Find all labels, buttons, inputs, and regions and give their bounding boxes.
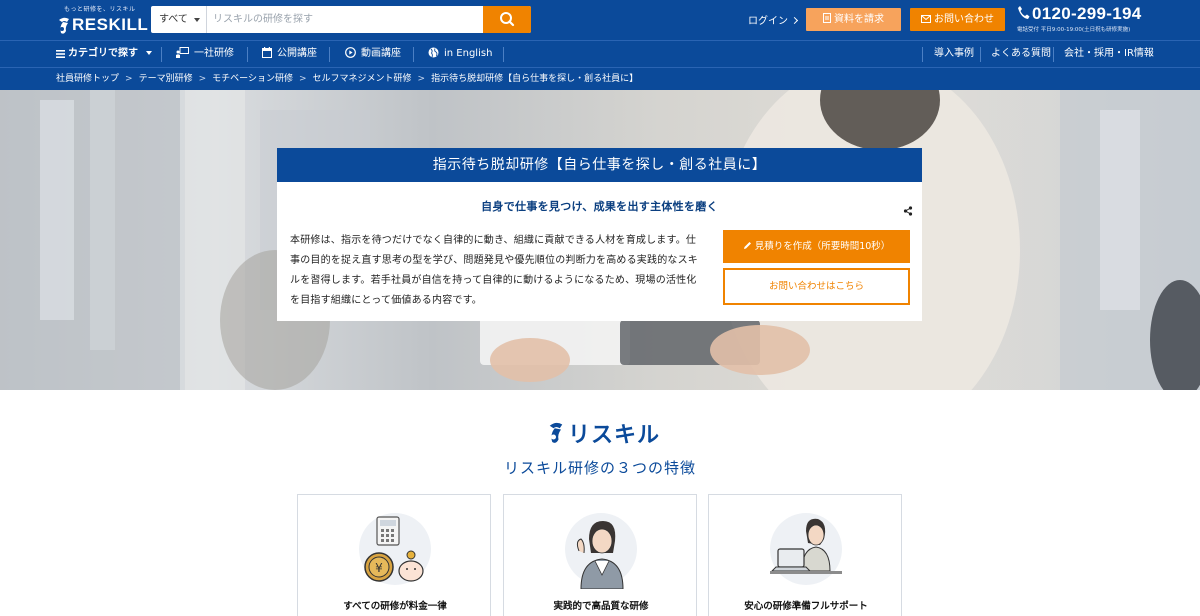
course-description-line: を目指す組織にとって価値ある内容です。 (290, 295, 482, 306)
course-description-line: ルを習得します。若手社員が自信を持って自律的に動けるようになるため、現場の活性化 (290, 275, 697, 286)
nav-public-label: 公開講座 (277, 48, 317, 59)
search-bar: すべて (151, 6, 531, 33)
create-quote-button[interactable]: 見積りを作成（所要時間10秒） (723, 230, 910, 263)
contact-button[interactable]: お問い合わせ (910, 8, 1005, 31)
logo-tagline: もっと研修を、リスキル (64, 6, 136, 13)
nav-item-case-studies[interactable]: 導入事例 (934, 41, 974, 67)
play-circle-icon (345, 47, 356, 58)
request-document-label: 資料を請求 (834, 14, 884, 25)
contact-label: お問い合わせ (934, 14, 994, 25)
nav-item-video[interactable]: 動画講座 (345, 41, 401, 67)
nav-divider (503, 47, 504, 62)
main-nav: カテゴリで探す 一社研修 公開講座 動画講座 in English 導入事例 よ… (0, 40, 1200, 67)
nav-english-label: in English (444, 48, 493, 59)
search-icon (500, 12, 515, 27)
login-label: ログイン (748, 16, 788, 27)
request-document-button[interactable]: 資料を請求 (806, 8, 901, 31)
instructor-icon (565, 513, 637, 589)
nav-item-company[interactable]: 会社・採用・IR情報 (1064, 41, 1154, 67)
nav-divider (161, 47, 162, 62)
search-category-label: すべて (159, 14, 188, 25)
nav-category-label: カテゴリで探す (68, 48, 138, 59)
svg-text:¥: ¥ (375, 561, 383, 575)
breadcrumb-item-top[interactable]: 社員研修トップ (56, 74, 119, 84)
feature-card-support[interactable]: 安心の研修準備フルサポート (708, 494, 902, 616)
nav-divider (247, 47, 248, 62)
logo-text: RESKILL (72, 15, 149, 34)
breadcrumb-separator: > (298, 74, 307, 84)
nav-divider (1053, 47, 1054, 62)
course-title: 指示待ち脱却研修【自ら仕事を探し・創る社員に】 (277, 148, 922, 182)
breadcrumb-separator: > (198, 74, 207, 84)
phone-icon (1018, 6, 1030, 19)
login-link[interactable]: ログイン (748, 12, 799, 27)
pencil-icon (743, 242, 751, 249)
chevron-down-icon (194, 18, 200, 22)
nav-item-faq[interactable]: よくある質問 (991, 41, 1051, 67)
nav-inhouse-label: 一社研修 (194, 48, 234, 59)
nav-item-public[interactable]: 公開講座 (262, 41, 317, 67)
search-button[interactable] (483, 6, 531, 33)
nav-divider (922, 47, 923, 62)
breadcrumb: 社員研修トップ > テーマ別研修 > モチベーション研修 > セルフマネジメント研修 > 指示待… (0, 67, 1200, 90)
share-icon (903, 206, 913, 216)
phone-contact[interactable]: 0120-299-194 電話受付 平日9:00-19:00(土日祝も研修実施) (1017, 4, 1141, 33)
search-category-select[interactable]: すべて (151, 6, 207, 33)
menu-icon (56, 50, 65, 58)
breadcrumb-item-current: 指示待ち脱却研修【自ら仕事を探し・創る社員に】 (431, 74, 639, 84)
inquiry-button[interactable]: お問い合わせはこちら (723, 268, 910, 305)
reskill-logo[interactable]: もっと研修を、リスキル RESKILL (56, 4, 148, 36)
nav-item-english[interactable]: in English (428, 41, 492, 67)
phone-number: 0120-299-194 (1032, 4, 1142, 23)
nav-video-label: 動画講座 (361, 48, 401, 59)
breadcrumb-separator: > (417, 74, 426, 84)
course-description-line: 本研修は、指示を待つだけでなく自律的に動き、組織に貢献できる人材を育成します。仕 (290, 235, 697, 246)
reskill-mark-icon (59, 17, 69, 34)
course-description: 本研修は、指示を待つだけでなく自律的に動き、組織に貢献できる人材を育成します。仕… (290, 231, 720, 311)
chevron-down-icon (146, 51, 152, 55)
feature-label: 安心の研修準備フルサポート (744, 601, 868, 612)
nav-item-inhouse[interactable]: 一社研修 (176, 41, 234, 67)
globe-icon (428, 47, 439, 58)
search-input[interactable] (209, 6, 481, 33)
course-summary-card: 指示待ち脱却研修【自ら仕事を探し・創る社員に】 自身で仕事を見つけ、成果を出す主… (277, 148, 922, 321)
top-header: もっと研修を、リスキル RESKILL すべて ログイン 資料を請求 お問い合わ… (0, 0, 1200, 40)
brand-text: リスキル (568, 423, 661, 448)
feature-card-quality[interactable]: 実践的で高品質な研修 (503, 494, 697, 616)
calendar-icon (262, 47, 272, 58)
breadcrumb-item-motivation[interactable]: モチベーション研修 (212, 74, 293, 84)
hero-background-photo: 指示待ち脱却研修【自ら仕事を探し・創る社員に】 自身で仕事を見つけ、成果を出す主… (0, 90, 1200, 390)
share-button[interactable] (903, 201, 913, 220)
calculator-piggybank-icon: ¥ (359, 513, 431, 585)
breadcrumb-separator: > (125, 74, 133, 84)
chevron-right-icon (790, 16, 799, 25)
nav-divider (980, 47, 981, 62)
nav-divider (413, 47, 414, 62)
feature-label: すべての研修が料金一律 (343, 601, 447, 612)
features-title: リスキル研修の３つの特徴 (503, 459, 696, 477)
feature-label: 実践的で高品質な研修 (553, 601, 649, 612)
reskill-mark-icon (549, 422, 563, 443)
course-subtitle: 自身で仕事を見つけ、成果を出す主体性を磨く (481, 200, 718, 213)
reskill-brand-logo: リスキル (546, 416, 659, 448)
breadcrumb-item-theme[interactable]: テーマ別研修 (139, 74, 193, 84)
create-quote-label: 見積りを作成（所要時間10秒） (754, 241, 891, 252)
mail-icon (921, 15, 931, 23)
breadcrumb-item-self-management[interactable]: セルフマネジメント研修 (313, 74, 412, 84)
support-operator-icon (770, 513, 842, 585)
course-description-line: 事の目的を捉え直す思考の型を学び、問題発見や優先順位の判断力を高める実践的なスキ (290, 255, 698, 266)
nav-category-menu[interactable]: カテゴリで探す (56, 41, 152, 67)
feature-card-flat-fee[interactable]: ¥ すべての研修が料金一律 (297, 494, 491, 616)
phone-hours: 電話受付 平日9:00-19:00(土日祝も研修実施) (1017, 27, 1131, 33)
nav-divider (329, 47, 330, 62)
presentation-icon (176, 47, 189, 58)
document-icon (823, 13, 831, 23)
